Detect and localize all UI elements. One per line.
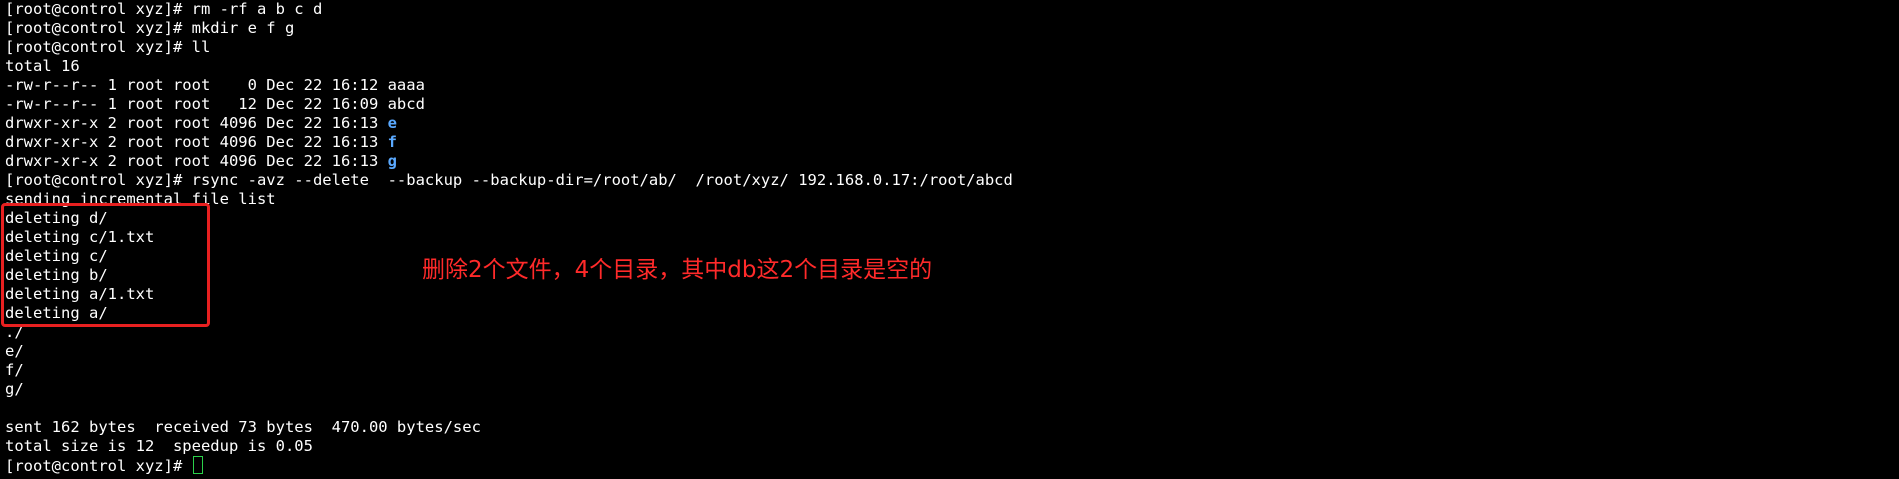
terminal-line-text: g/	[5, 380, 24, 398]
terminal-line: [root@control xyz]# ll	[5, 38, 1013, 57]
terminal-line: [root@control xyz]# mkdir e f g	[5, 19, 1013, 38]
terminal-line-text: sent 162 bytes received 73 bytes 470.00 …	[5, 418, 481, 436]
terminal-line: [root@control xyz]# rm -rf a b c d	[5, 0, 1013, 19]
terminal-line: [root@control xyz]#	[5, 456, 1013, 475]
terminal-line: drwxr-xr-x 2 root root 4096 Dec 22 16:13…	[5, 133, 1013, 152]
terminal-line-text: [root@control xyz]#	[5, 457, 192, 475]
annotation-text: 删除2个文件，4个目录，其中db这2个目录是空的	[422, 257, 933, 283]
directory-name: g	[387, 152, 397, 170]
directory-name: f	[387, 133, 397, 151]
terminal-line-text: drwxr-xr-x 2 root root 4096 Dec 22 16:13	[5, 114, 388, 132]
terminal-line: drwxr-xr-x 2 root root 4096 Dec 22 16:13…	[5, 152, 1013, 171]
terminal-line: total size is 12 speedup is 0.05	[5, 437, 1013, 456]
terminal-line: sent 162 bytes received 73 bytes 470.00 …	[5, 418, 1013, 437]
terminal-line: drwxr-xr-x 2 root root 4096 Dec 22 16:13…	[5, 114, 1013, 133]
terminal-line-text: total size is 12 speedup is 0.05	[5, 437, 313, 455]
terminal-line-text: [root@control xyz]# rsync -avz --delete …	[5, 171, 1013, 189]
terminal-line-text: e/	[5, 342, 24, 360]
terminal-line: e/	[5, 342, 1013, 361]
terminal-line-text: f/	[5, 361, 24, 379]
highlight-box	[1, 203, 210, 327]
terminal-line: [root@control xyz]# rsync -avz --delete …	[5, 171, 1013, 190]
terminal-line-text: drwxr-xr-x 2 root root 4096 Dec 22 16:13	[5, 133, 388, 151]
terminal-line: g/	[5, 380, 1013, 399]
terminal-line: -rw-r--r-- 1 root root 0 Dec 22 16:12 aa…	[5, 76, 1013, 95]
terminal-line: total 16	[5, 57, 1013, 76]
terminal-line: f/	[5, 361, 1013, 380]
terminal-window[interactable]: [root@control xyz]# rm -rf a b c d [root@…	[0, 0, 1899, 479]
terminal-line-text: -rw-r--r-- 1 root root 12 Dec 22 16:09 a…	[5, 95, 425, 113]
terminal-line-text: [root@control xyz]# mkdir e f g	[5, 19, 295, 37]
terminal-line-text: drwxr-xr-x 2 root root 4096 Dec 22 16:13	[5, 152, 388, 170]
terminal-line-text: [root@control xyz]# ll	[5, 38, 211, 56]
cursor-block	[192, 456, 203, 474]
terminal-line-text: -rw-r--r-- 1 root root 0 Dec 22 16:12 aa…	[5, 76, 425, 94]
terminal-line: -rw-r--r-- 1 root root 12 Dec 22 16:09 a…	[5, 95, 1013, 114]
directory-name: e	[387, 114, 397, 132]
terminal-line-text: total 16	[5, 57, 80, 75]
terminal-line-text: [root@control xyz]# rm -rf a b c d	[5, 0, 323, 18]
